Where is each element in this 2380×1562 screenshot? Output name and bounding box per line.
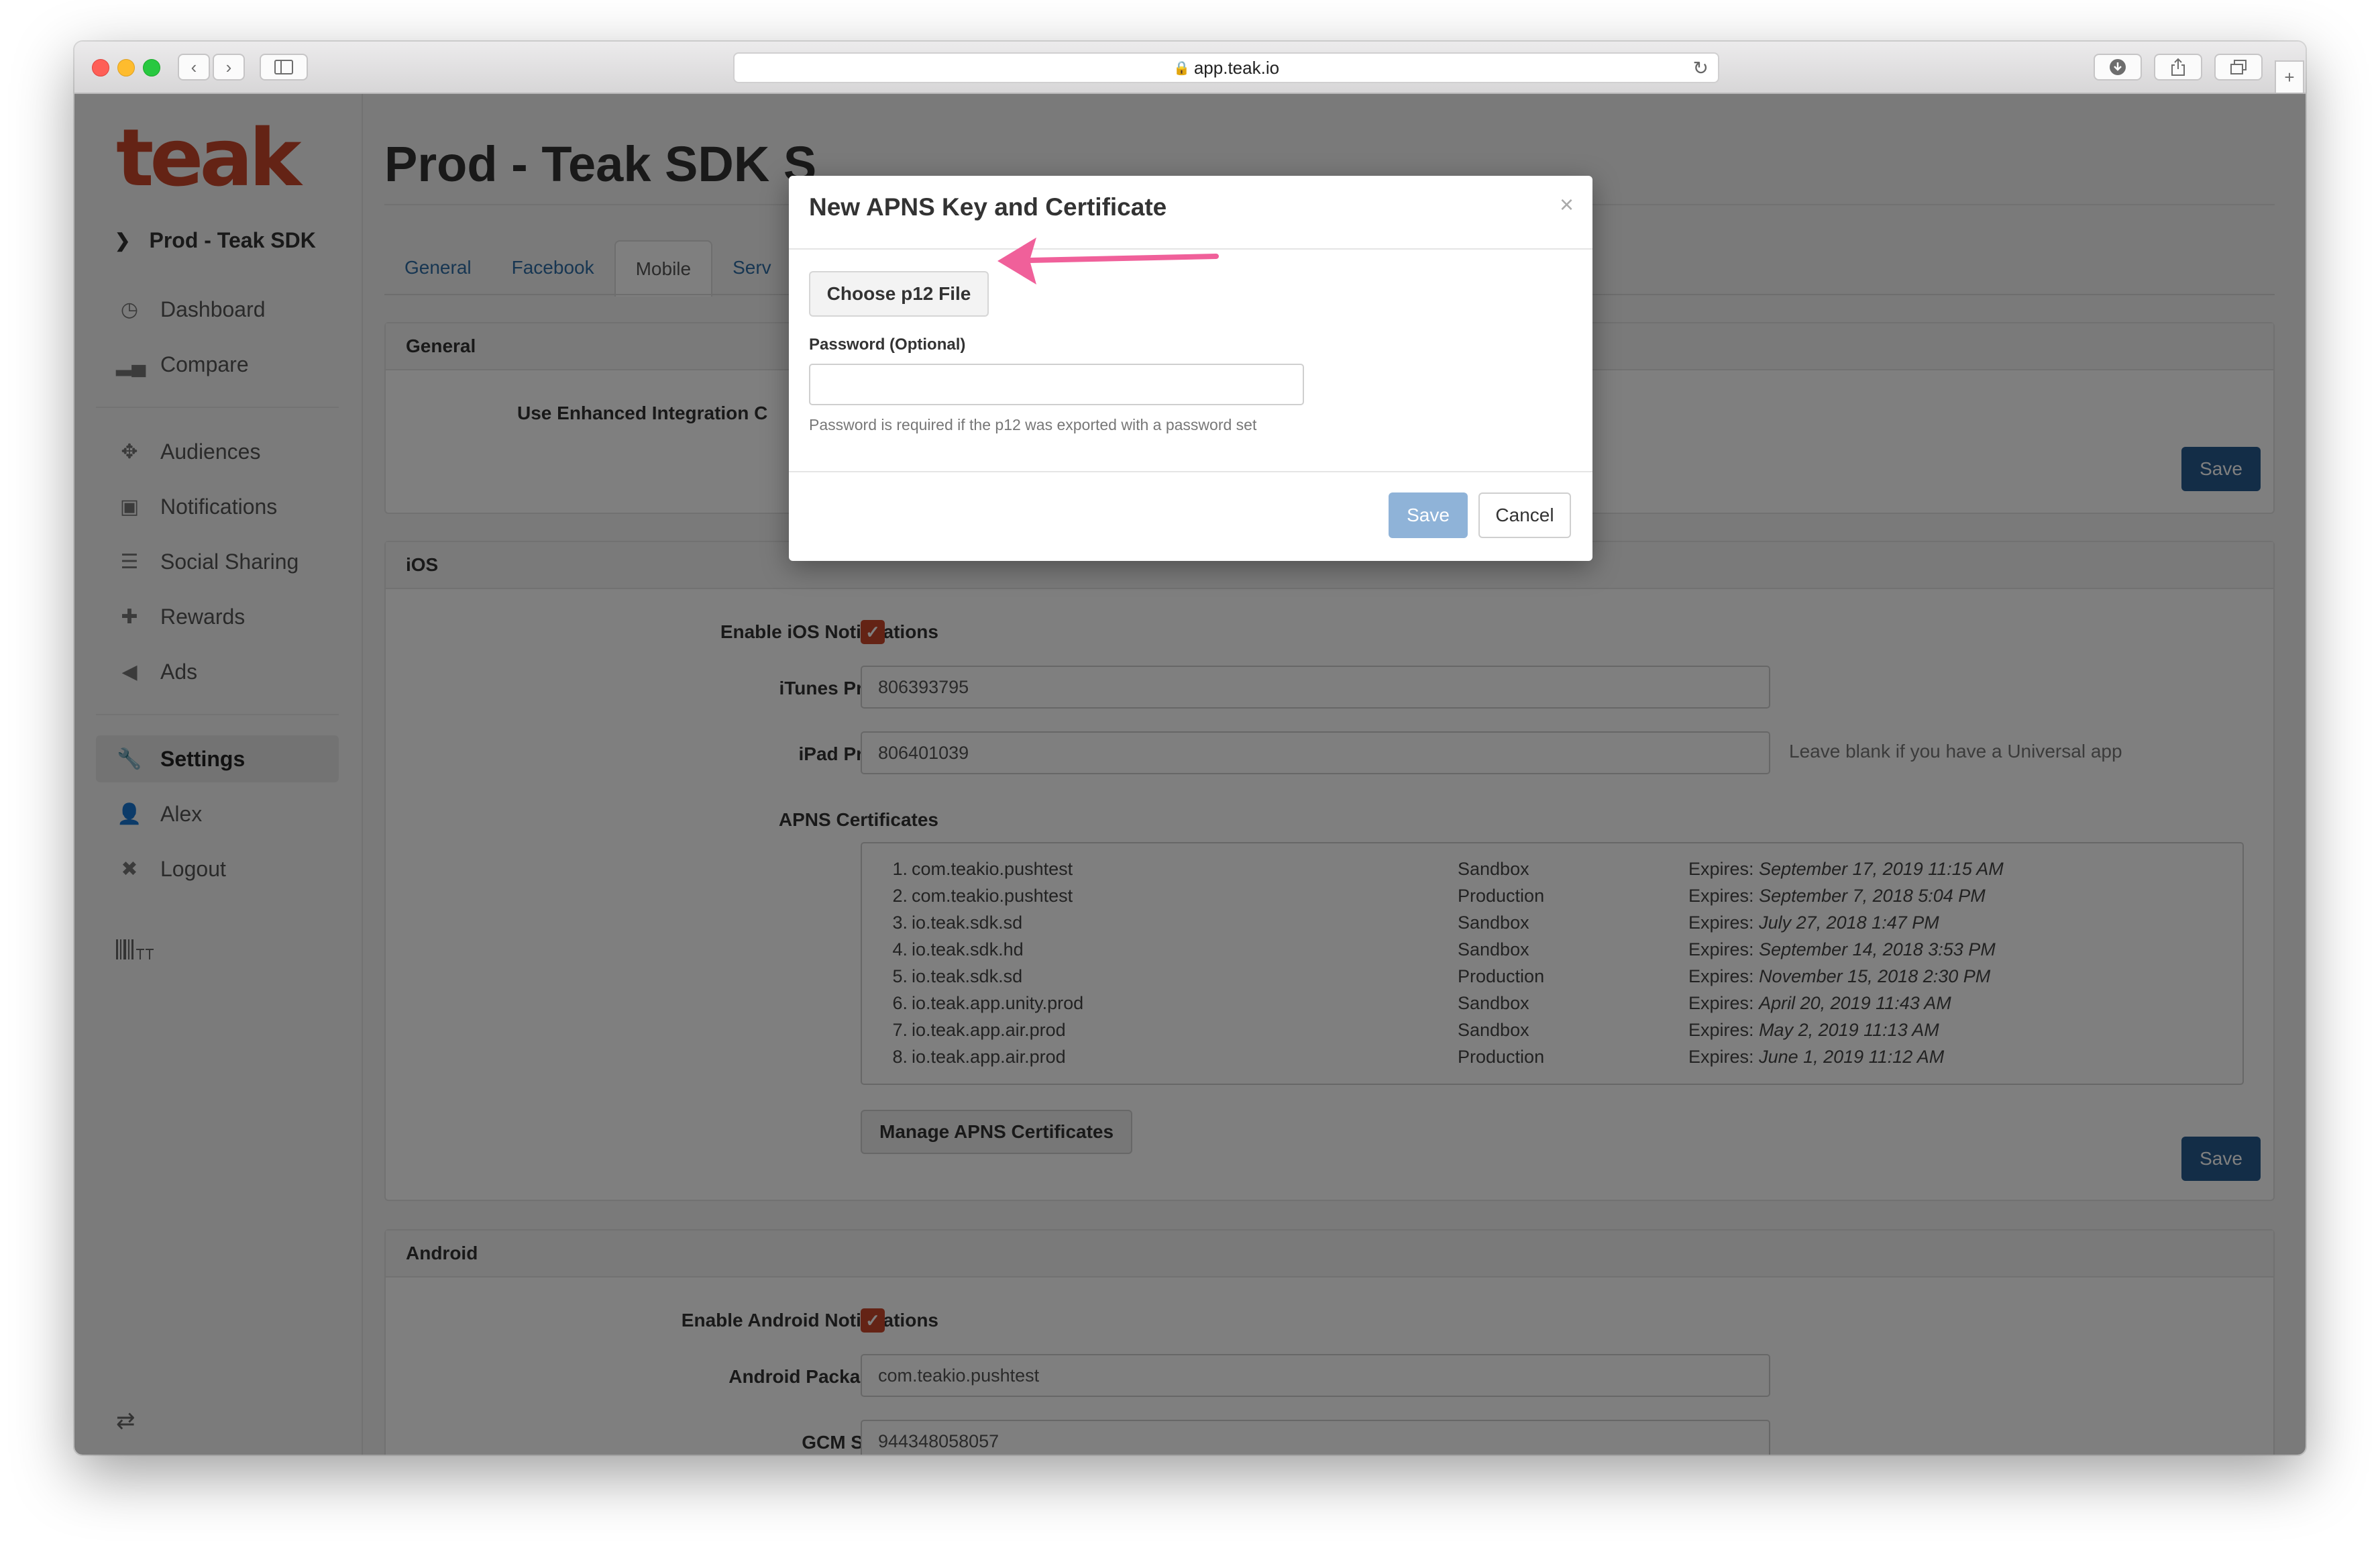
- choose-p12-file-button[interactable]: Choose p12 File: [809, 271, 989, 317]
- browser-window: ‹ › 🔒 app.teak.io ↻ + teak ❯ Prod - Teak…: [74, 42, 2306, 1455]
- downloads-button[interactable]: [2094, 54, 2142, 81]
- modal-footer-divider: [789, 471, 1592, 472]
- teak-app: teak ❯ Prod - Teak SDK ◷ Dashboard ▂▄ Co…: [74, 94, 2306, 1455]
- reload-icon[interactable]: ↻: [1693, 57, 1709, 79]
- modal-title: New APNS Key and Certificate: [809, 193, 1167, 221]
- close-window-button[interactable]: [92, 59, 109, 76]
- lock-icon: 🔒: [1173, 60, 1190, 76]
- new-tab-button[interactable]: +: [2275, 60, 2304, 93]
- modal-cancel-button[interactable]: Cancel: [1478, 492, 1571, 538]
- zoom-window-button[interactable]: [143, 59, 160, 76]
- share-icon: [2171, 58, 2185, 76]
- chevron-right-icon: ›: [225, 56, 232, 77]
- plus-icon: +: [2284, 66, 2295, 87]
- pink-arrow-annotation: [997, 238, 1219, 284]
- tabs-icon: [2230, 60, 2247, 74]
- password-input[interactable]: [809, 364, 1304, 405]
- chevron-left-icon: ‹: [191, 56, 197, 77]
- address-bar[interactable]: 🔒 app.teak.io ↻: [733, 52, 1719, 83]
- minimize-window-button[interactable]: [117, 59, 135, 76]
- modal-close-icon[interactable]: ×: [1560, 191, 1574, 219]
- tabs-overview-button[interactable]: [2214, 54, 2263, 81]
- modal-save-button[interactable]: Save: [1389, 492, 1468, 538]
- share-button[interactable]: [2154, 54, 2202, 81]
- back-button[interactable]: ‹: [178, 54, 210, 81]
- url-text: app.teak.io: [1193, 57, 1280, 78]
- download-icon: [2110, 59, 2126, 75]
- password-label: Password (Optional): [809, 335, 966, 354]
- sidebar-toggle-button[interactable]: [260, 54, 308, 81]
- sidebar-icon: [274, 60, 293, 74]
- browser-toolbar: ‹ › 🔒 app.teak.io ↻ +: [74, 42, 2306, 94]
- forward-button[interactable]: ›: [213, 54, 245, 81]
- password-help-text: Password is required if the p12 was expo…: [809, 416, 1257, 433]
